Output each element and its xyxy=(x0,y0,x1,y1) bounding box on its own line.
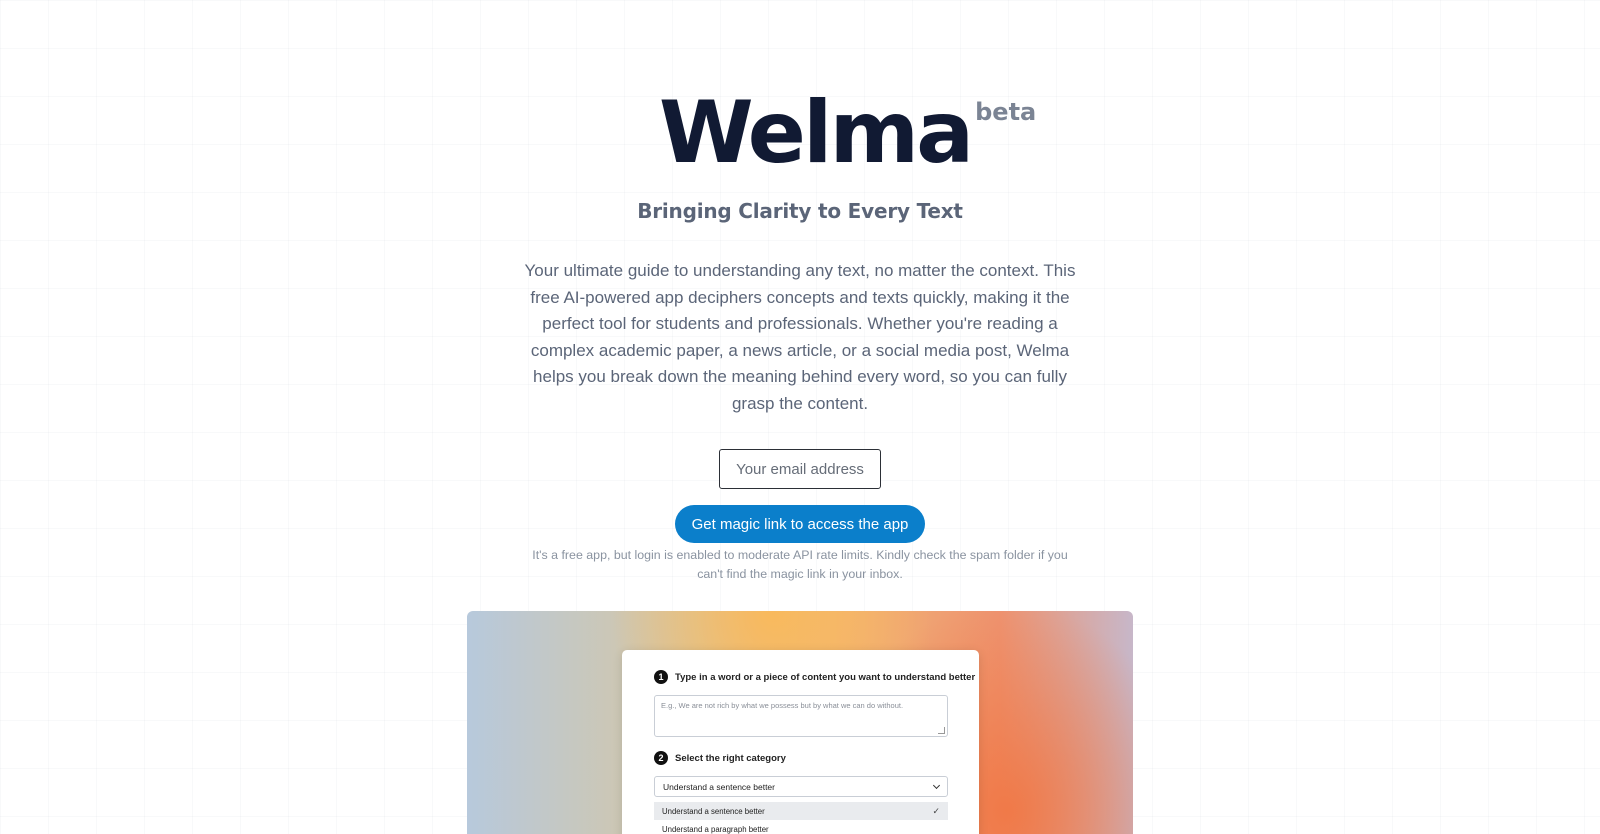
preview-category-select: Understand a sentence better xyxy=(654,776,948,797)
resize-handle-icon xyxy=(938,727,945,734)
preview-option: Understand a sentence better ✓ xyxy=(654,802,948,820)
login-note: It's a free app, but login is enabled to… xyxy=(532,548,1068,581)
brand-lockup: Welma beta xyxy=(659,90,1036,176)
preview-content-textarea: E.g., We are not rich by what we possess… xyxy=(654,695,948,737)
chevron-down-icon xyxy=(932,781,941,789)
beta-badge: beta xyxy=(975,98,1037,126)
tagline: Bringing Clarity to Every Text xyxy=(637,199,963,223)
preview-textarea-placeholder: E.g., We are not rich by what we possess… xyxy=(661,701,904,710)
step-2-label: Select the right category xyxy=(675,752,786,764)
app-preview-image: 1 Type in a word or a piece of content y… xyxy=(467,611,1133,834)
preview-card: 1 Type in a word or a piece of content y… xyxy=(622,650,979,834)
preview-option-label: Understand a paragraph better xyxy=(662,824,769,834)
check-icon: ✓ xyxy=(932,805,940,816)
preview-option-label: Understand a sentence better xyxy=(662,806,765,816)
step-1-label: Type in a word or a piece of content you… xyxy=(675,671,976,683)
step-1-number-badge: 1 xyxy=(654,670,668,684)
preview-select-value: Understand a sentence better xyxy=(663,781,775,792)
step-2-number-badge: 2 xyxy=(654,751,668,765)
hero-description: Your ultimate guide to understanding any… xyxy=(524,261,1076,413)
preview-option: Understand a paragraph better xyxy=(654,820,948,834)
email-input[interactable] xyxy=(719,449,881,489)
magic-link-button[interactable]: Get magic link to access the app xyxy=(675,505,925,543)
brand-header: Welma beta xyxy=(0,90,1600,176)
logo-wordmark: Welma xyxy=(658,83,974,183)
preview-category-dropdown: Understand a sentence better ✓ Understan… xyxy=(654,802,948,834)
landing-page: Welma beta Bringing Clarity to Every Tex… xyxy=(0,0,1600,834)
preview-step-2: 2 Select the right category xyxy=(654,751,786,765)
preview-step-1: 1 Type in a word or a piece of content y… xyxy=(654,670,975,684)
